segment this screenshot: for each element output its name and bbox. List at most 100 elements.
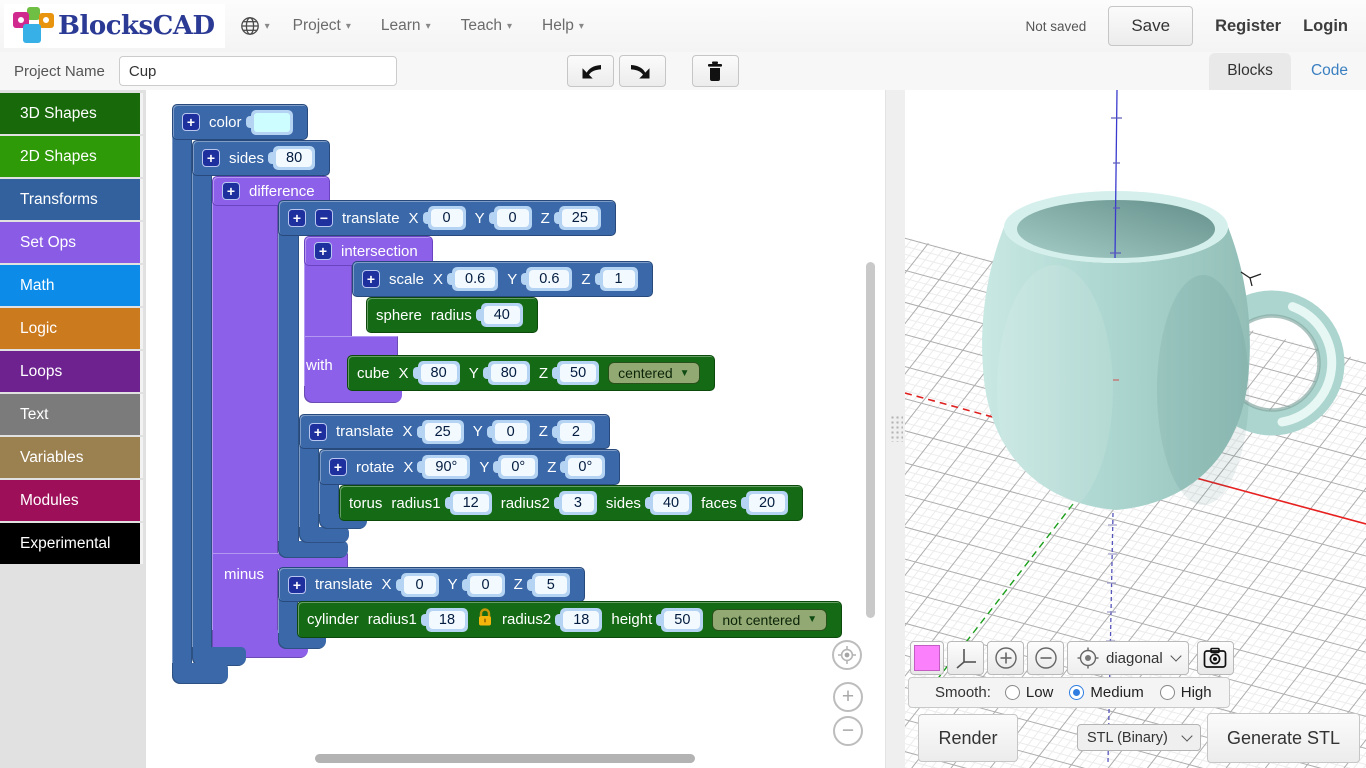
render-viewport[interactable]: diagonal Smooth: LowMediumHigh Render ST… [905, 90, 1366, 768]
tab-code[interactable]: Code [1311, 62, 1354, 80]
screenshot-button[interactable] [1197, 641, 1234, 675]
expand-icon[interactable]: + [222, 182, 240, 200]
zoom-out-button[interactable]: − [833, 716, 863, 746]
generate-stl-button[interactable]: Generate STL [1207, 713, 1360, 763]
export-format-select[interactable]: STL (Binary) [1077, 724, 1201, 751]
blocks-workspace[interactable]: + − +color+sides80+difference+−translate… [0, 90, 885, 768]
value-field[interactable]: 0 [401, 573, 439, 597]
value-field[interactable]: 0.6 [452, 267, 498, 291]
value-field[interactable]: 0 [467, 573, 505, 597]
trash-button[interactable] [692, 55, 739, 87]
block-scale[interactable]: +scaleX0.6Y0.6Z1 [352, 261, 653, 297]
value-field[interactable]: 25 [422, 420, 464, 444]
menu-project[interactable]: Project▾ [278, 17, 366, 35]
zoom-in-button[interactable]: + [833, 682, 863, 712]
radio-icon [1069, 685, 1084, 700]
value-field[interactable]: 0 [494, 206, 532, 230]
block-cube[interactable]: cubeX80Y80Z50centered▼ [347, 355, 715, 391]
smooth-radio-low[interactable]: Low [1005, 684, 1054, 701]
vertical-scrollbar[interactable] [866, 262, 875, 618]
block-translate-2[interactable]: +translateX25Y0Z2 [299, 414, 610, 449]
expand-icon[interactable]: + [288, 576, 306, 594]
menu-teach[interactable]: Teach▾ [446, 17, 527, 35]
language-menu[interactable]: ▾ [239, 15, 270, 37]
brand-name: BlocksCAD [58, 11, 215, 41]
chevron-down-icon: ▾ [346, 21, 351, 32]
register-link[interactable]: Register [1215, 17, 1281, 36]
expand-icon[interactable]: + [329, 458, 347, 476]
lock-icon[interactable] [477, 608, 493, 631]
blockscad-logo[interactable]: BlocksCAD [4, 4, 225, 48]
smooth-radio-medium[interactable]: Medium [1069, 684, 1143, 701]
view-tabs: Blocks Code [1209, 53, 1366, 90]
blockscad-logo-icon [12, 6, 56, 46]
expand-icon[interactable]: + [314, 242, 332, 260]
value-field[interactable]: 0° [498, 455, 538, 479]
expand-icon[interactable]: + [182, 113, 200, 131]
block-label: X [382, 576, 392, 593]
value-field[interactable]: 80 [488, 361, 530, 385]
dropdown-field[interactable]: not centered▼ [712, 609, 827, 631]
value-field[interactable]: 5 [532, 573, 570, 597]
value-field[interactable]: 0° [565, 455, 605, 479]
value-field[interactable]: 25 [559, 206, 601, 230]
project-name-input[interactable] [119, 56, 397, 86]
login-link[interactable]: Login [1303, 17, 1348, 36]
viewport-zoom-out-button[interactable] [1027, 641, 1064, 675]
value-field[interactable]: 40 [650, 491, 692, 515]
menu-help[interactable]: Help▾ [527, 17, 599, 35]
panel-splitter[interactable] [885, 90, 905, 768]
project-toolbar: Project Name Blocks Code [0, 52, 1366, 91]
expand-icon[interactable]: + [362, 270, 380, 288]
block-label: scale [389, 271, 424, 288]
save-button[interactable]: Save [1108, 6, 1193, 46]
value-field[interactable]: 18 [426, 608, 468, 632]
model-color-button[interactable] [910, 641, 944, 675]
value-field[interactable]: 3 [559, 491, 597, 515]
color-field[interactable] [251, 110, 293, 135]
tab-blocks[interactable]: Blocks [1209, 53, 1291, 90]
value-field[interactable]: 50 [661, 608, 703, 632]
view-center-icon[interactable] [1076, 646, 1100, 670]
value-field[interactable]: 18 [560, 608, 602, 632]
value-field[interactable]: 80 [418, 361, 460, 385]
menu-learn[interactable]: Learn▾ [366, 17, 446, 35]
block-label: rotate [356, 459, 394, 476]
block-cylinder[interactable]: cylinderradius118radius218height50not ce… [297, 601, 842, 638]
value-field[interactable]: 50 [557, 361, 599, 385]
redo-button[interactable] [619, 55, 666, 87]
view-preset-select[interactable]: diagonal [1106, 650, 1180, 667]
expand-icon[interactable]: + [309, 423, 327, 441]
block-spine [278, 599, 298, 637]
undo-button[interactable] [567, 55, 614, 87]
collapse-icon[interactable]: − [315, 209, 333, 227]
render-button[interactable]: Render [918, 714, 1018, 762]
mug-render [982, 191, 1332, 515]
value-field[interactable]: 1 [600, 267, 638, 291]
block-translate-3[interactable]: +translateX0Y0Z5 [278, 567, 585, 602]
block-rotate[interactable]: +rotateX90°Y0°Z0° [319, 449, 620, 485]
value-field[interactable]: 0 [428, 206, 466, 230]
expand-icon[interactable]: + [202, 149, 220, 167]
dropdown-field[interactable]: centered▼ [608, 362, 699, 384]
value-field[interactable]: 0 [492, 420, 530, 444]
horizontal-scrollbar[interactable] [315, 754, 695, 763]
splitter-grip-icon [890, 415, 903, 442]
block-color[interactable]: +color [172, 104, 308, 140]
value-field[interactable]: 40 [481, 303, 523, 327]
block-translate-1[interactable]: +−translateX0Y0Z25 [278, 200, 616, 236]
block-torus[interactable]: torusradius112radius23sides40faces20 [339, 485, 803, 521]
value-field[interactable]: 2 [557, 420, 595, 444]
value-field[interactable]: 20 [746, 491, 788, 515]
zoom-reset-button[interactable] [832, 640, 862, 670]
block-sides[interactable]: +sides80 [192, 140, 330, 176]
value-field[interactable]: 90° [422, 455, 470, 479]
smooth-radio-high[interactable]: High [1160, 684, 1212, 701]
expand-icon[interactable]: + [288, 209, 306, 227]
viewport-zoom-in-button[interactable] [987, 641, 1024, 675]
block-sphere[interactable]: sphereradius40 [366, 297, 538, 333]
value-field[interactable]: 80 [273, 146, 315, 170]
value-field[interactable]: 0.6 [526, 267, 572, 291]
value-field[interactable]: 12 [450, 491, 492, 515]
toggle-axes-button[interactable] [947, 641, 984, 675]
